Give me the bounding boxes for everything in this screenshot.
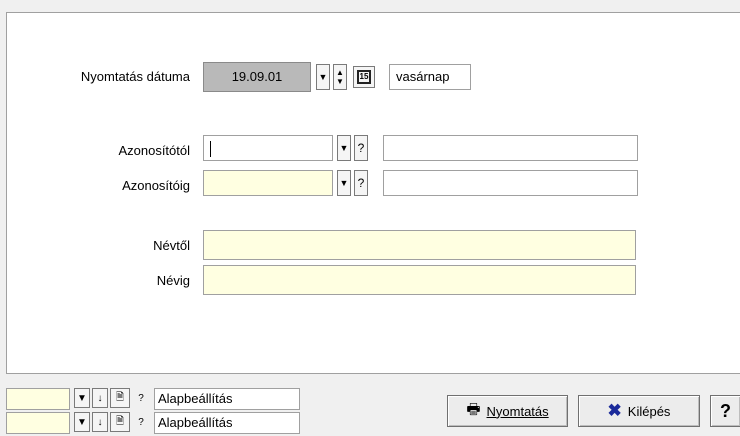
- id-from-label: Azonosítótól: [118, 143, 190, 158]
- help-button-label: ?: [720, 400, 731, 421]
- id-from-help-button[interactable]: ?: [354, 135, 368, 161]
- preset-2-name: Alapbeállítás: [154, 412, 300, 434]
- exit-button-label: Kilépés: [627, 403, 671, 419]
- name-from-label: Névtől: [153, 238, 190, 253]
- preset-1-save-button[interactable]: 🗎: [110, 388, 130, 408]
- id-to-dropdown-button[interactable]: ▼: [337, 170, 351, 196]
- preset-1-input[interactable]: [6, 388, 70, 410]
- print-date-field[interactable]: 19.09.01: [203, 62, 311, 92]
- preset-2-load-button[interactable]: ↓: [92, 412, 108, 432]
- spin-down-icon: ▼: [336, 76, 344, 86]
- calendar-icon: 15: [357, 70, 371, 84]
- exit-button[interactable]: ✖ Kilépés: [578, 395, 700, 427]
- help-icon: ?: [357, 141, 365, 155]
- preset-1-name: Alapbeállítás: [154, 388, 300, 410]
- print-date-label-text: Nyomtatás dátuma: [80, 69, 190, 84]
- x-icon: ✖: [607, 401, 622, 420]
- document-icon: 🗎: [115, 415, 125, 427]
- arrow-down-icon: ↓: [97, 392, 103, 404]
- chevron-down-icon: ▼: [318, 72, 328, 82]
- id-from-dropdown-button[interactable]: ▼: [337, 135, 351, 161]
- id-from-name-field: [383, 135, 638, 161]
- chevron-down-icon: ▼: [77, 416, 87, 428]
- preset-2-help-button[interactable]: ?: [134, 412, 148, 432]
- date-spin-button[interactable]: ▲ ▼: [333, 64, 347, 90]
- preset-1-help-button[interactable]: ?: [134, 388, 148, 408]
- document-icon: 🗎: [115, 391, 125, 403]
- calendar-button[interactable]: 15: [353, 66, 375, 88]
- date-dropdown-button[interactable]: ▼: [316, 64, 330, 90]
- print-button-label: Nyomtatás: [486, 403, 549, 419]
- id-to-name-field: [383, 170, 638, 196]
- print-button[interactable]: 🖶 Nyomtatás: [447, 395, 568, 427]
- preset-2-input[interactable]: [6, 412, 70, 434]
- name-to-input[interactable]: [203, 265, 636, 295]
- name-to-label: Névig: [156, 273, 190, 288]
- chevron-down-icon: ▼: [339, 178, 349, 188]
- printer-icon: 🖶: [466, 400, 481, 418]
- id-to-help-button[interactable]: ?: [354, 170, 368, 196]
- preset-1-load-button[interactable]: ↓: [92, 388, 108, 408]
- help-icon: ?: [138, 392, 144, 404]
- spin-up-icon: ▲: [336, 67, 344, 77]
- help-button[interactable]: ?: [710, 395, 740, 427]
- weekday-field: vasárnap: [389, 64, 471, 90]
- preset-2-dropdown-button[interactable]: ▼: [74, 412, 90, 432]
- preset-1-dropdown-button[interactable]: ▼: [74, 388, 90, 408]
- name-from-input[interactable]: [203, 230, 636, 260]
- text-cursor: [210, 140, 211, 157]
- chevron-down-icon: ▼: [77, 392, 87, 404]
- id-from-input[interactable]: [203, 135, 333, 161]
- id-to-label: Azonosítóig: [122, 178, 190, 193]
- arrow-down-icon: ↓: [97, 416, 103, 428]
- id-to-input[interactable]: [203, 170, 333, 196]
- help-icon: ?: [357, 176, 365, 190]
- chevron-down-icon: ▼: [339, 143, 349, 153]
- preset-2-save-button[interactable]: 🗎: [110, 412, 130, 432]
- help-icon: ?: [138, 416, 144, 428]
